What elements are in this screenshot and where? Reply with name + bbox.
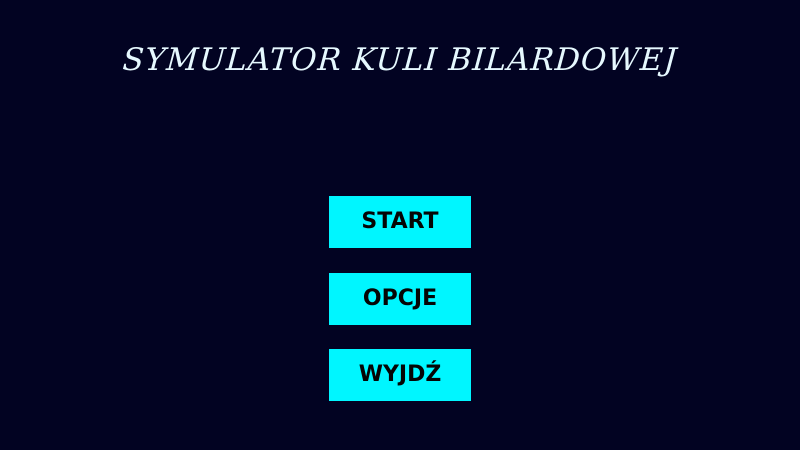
exit-button[interactable]: WYJDŹ xyxy=(329,349,471,401)
options-button[interactable]: OPCJE xyxy=(329,273,471,325)
game-title: SYMULATOR KULI BILARDOWEJ xyxy=(121,42,679,78)
main-menu-screen: SYMULATOR KULI BILARDOWEJ START OPCJE WY… xyxy=(0,0,800,450)
start-button[interactable]: START xyxy=(329,196,471,248)
